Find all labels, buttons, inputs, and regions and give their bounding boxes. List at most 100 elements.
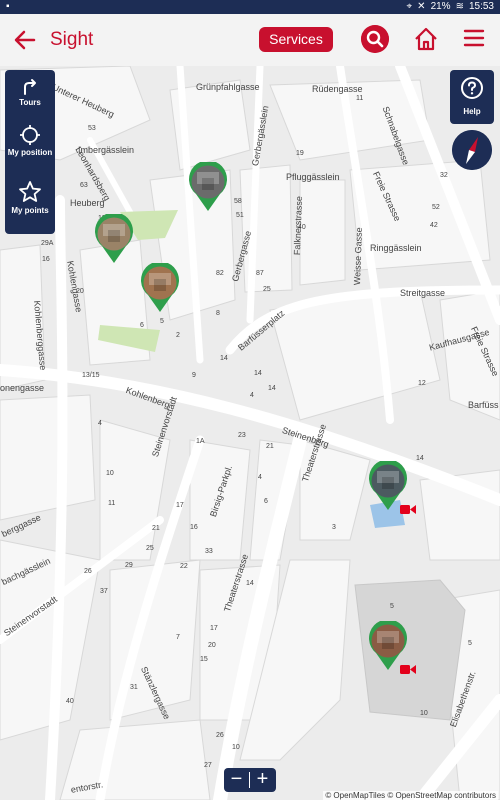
house-number: 16 [42, 256, 50, 263]
house-number: 10 [232, 744, 240, 751]
map-pin-icon [141, 261, 179, 312]
house-number: 26 [84, 568, 92, 575]
time-text: 15:53 [468, 1, 494, 12]
house-number: 63 [80, 182, 88, 189]
my-points-label: My points [11, 206, 49, 215]
house-number: 5 [390, 603, 394, 610]
crosshair-icon [20, 125, 40, 145]
battery-text: 21% [430, 1, 451, 12]
house-number: 22 [180, 563, 188, 570]
house-number: 25 [263, 286, 271, 293]
map-controls-panel: Tours My position My points [5, 70, 55, 234]
zoom-in-button[interactable]: + [250, 768, 275, 792]
house-number: 3 [332, 524, 336, 531]
house-number: 21 [266, 443, 274, 450]
house-number: 82 [216, 270, 224, 277]
house-number: 14 [416, 455, 424, 462]
app-notification-icon: ▪ [6, 1, 10, 12]
house-number: 40 [298, 224, 306, 231]
house-number: 23 [238, 432, 246, 439]
house-number: 37 [100, 588, 108, 595]
house-number: 6 [140, 322, 144, 329]
compass-icon[interactable] [452, 130, 492, 170]
house-number: 17 [176, 502, 184, 509]
video-camera-icon[interactable] [400, 503, 416, 515]
house-number: 4 [258, 474, 262, 481]
sight-pin-house[interactable] [140, 261, 180, 318]
map-view[interactable]: Heuberg Kohlenberg Steinenberg Theaterstras… [0, 66, 500, 800]
house-number: 14 [254, 370, 262, 377]
sight-pin-muenster[interactable] [368, 619, 416, 676]
help-label: Help [463, 107, 481, 116]
house-number: 42 [430, 222, 438, 229]
house-number: 6 [264, 498, 268, 505]
street-label: Weisse Gasse [352, 227, 365, 286]
video-camera-icon[interactable] [400, 663, 416, 675]
house-number: 5 [160, 318, 164, 325]
house-number: 2 [176, 332, 180, 339]
house-number: 8 [216, 310, 220, 317]
house-number: 51 [236, 212, 244, 219]
map-canvas[interactable] [0, 66, 500, 800]
street-label: Ringgässlein [370, 243, 422, 253]
house-number: 1A [196, 438, 205, 445]
sight-pin-heuberg[interactable] [188, 160, 228, 217]
services-button[interactable]: Services [259, 27, 333, 52]
location-icon: ⌖ [406, 1, 413, 12]
house-number: 14 [246, 580, 254, 587]
house-number: 27 [204, 762, 212, 769]
my-position-button[interactable]: My position [5, 124, 55, 157]
house-number: 58 [234, 198, 242, 205]
house-number: 16 [190, 524, 198, 531]
zoom-controls: − + [224, 768, 276, 792]
home-icon[interactable] [413, 26, 439, 52]
house-number: 17 [210, 625, 218, 632]
my-position-label: My position [7, 148, 53, 157]
sight-pin-fountain[interactable] [368, 459, 416, 516]
house-number: 52 [432, 204, 440, 211]
house-number: 20 [76, 288, 84, 295]
tours-label: Tours [19, 98, 41, 107]
house-number: 53 [88, 125, 96, 132]
status-bar: ▪ ⌖ ✕ 21% ≋ 15:53 [0, 0, 500, 14]
house-number: 21 [152, 525, 160, 532]
wifi-icon: ≋ [455, 1, 464, 12]
house-number: 4 [98, 420, 102, 427]
tours-button[interactable]: Tours [5, 78, 55, 107]
help-button[interactable]: Help [450, 70, 494, 124]
map-pin-icon [95, 212, 133, 263]
street-label: Grünpfahlgasse [196, 82, 260, 92]
house-number: 13/15 [82, 372, 100, 379]
house-number: 5 [468, 640, 472, 647]
street-label: Heuberg [70, 198, 105, 208]
house-number: 14 [220, 355, 228, 362]
menu-icon[interactable] [463, 27, 485, 49]
map-attribution[interactable]: © OpenMapTiles © OpenStreetMap contribut… [323, 791, 498, 800]
house-number: 15 [200, 656, 208, 663]
back-arrow-icon[interactable] [12, 27, 38, 53]
route-icon [24, 79, 36, 95]
house-number: 11 [108, 500, 116, 507]
search-icon[interactable] [361, 25, 389, 53]
street-label: Barfüss [468, 400, 499, 410]
house-number: 32 [440, 172, 448, 179]
house-number: 14 [268, 385, 276, 392]
house-number: 87 [256, 270, 264, 277]
top-bar: Sight Services [0, 14, 500, 67]
street-label: Rüdengasse [312, 84, 363, 94]
my-points-button[interactable]: My points [5, 180, 55, 215]
sight-pin-church-left[interactable] [94, 212, 134, 269]
house-number: 10 [420, 710, 428, 717]
star-icon [19, 181, 41, 202]
house-number: 29A [41, 240, 54, 247]
page-title: Sight [50, 29, 94, 50]
street-label: Pfluggässlein [286, 172, 340, 182]
house-number: 33 [205, 548, 213, 555]
house-number: 29 [125, 562, 133, 569]
house-number: 20 [208, 642, 216, 649]
house-number: 26 [216, 732, 224, 739]
house-number: 9 [192, 372, 196, 379]
house-number: 12 [418, 380, 426, 387]
house-number: 19 [296, 150, 304, 157]
zoom-out-button[interactable]: − [224, 768, 249, 792]
